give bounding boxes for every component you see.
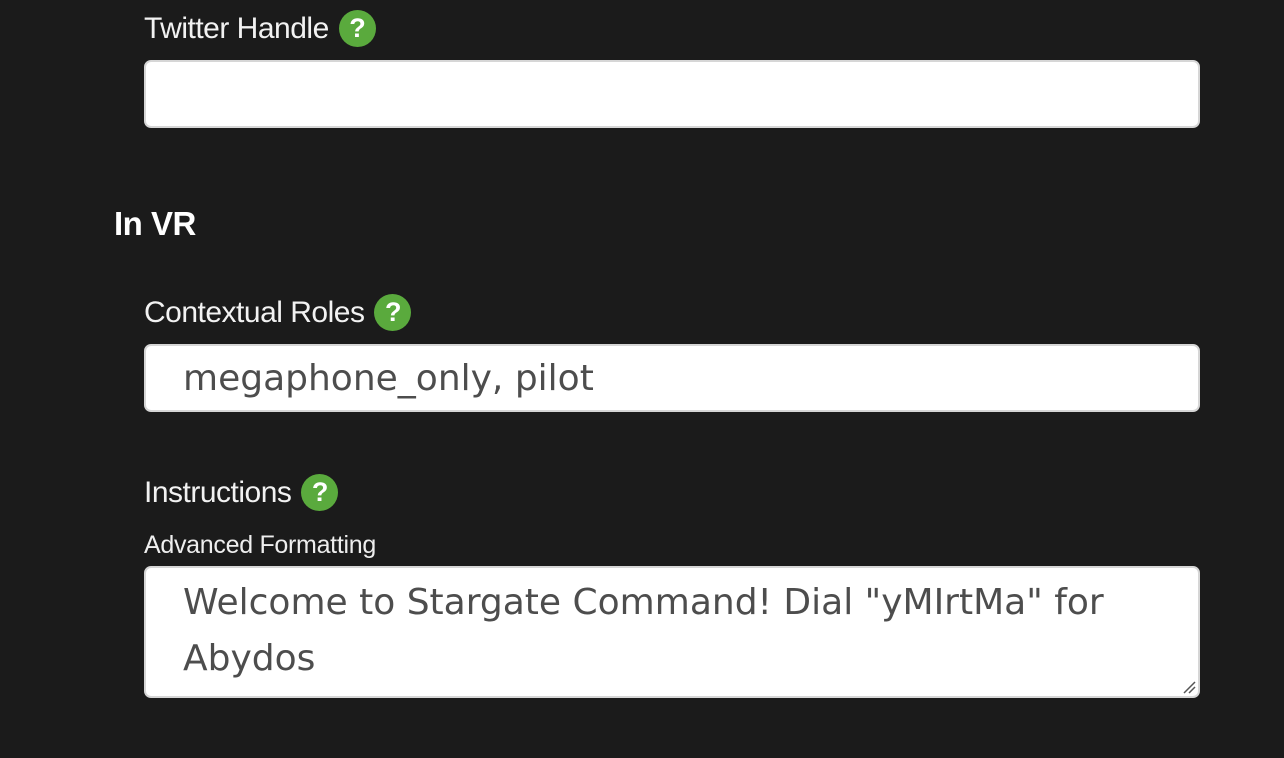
instructions-textarea[interactable]: Welcome to Stargate Command! Dial "yMIrt… (144, 566, 1200, 698)
contextual-roles-label-row: Contextual Roles ? (144, 294, 412, 331)
instructions-label-row: Instructions ? (144, 474, 339, 511)
twitter-handle-label-row: Twitter Handle ? (144, 10, 376, 47)
section-heading-in-vr: In VR (114, 205, 196, 242)
profile-form: Twitter Handle ? In VR Contextual Roles … (0, 0, 1284, 758)
question-mark-icon[interactable]: ? (301, 474, 339, 511)
resize-grip-icon[interactable] (1180, 678, 1196, 694)
question-mark-icon[interactable]: ? (338, 10, 376, 47)
contextual-roles-input[interactable] (144, 344, 1200, 412)
instructions-label: Instructions (144, 475, 292, 509)
twitter-handle-label: Twitter Handle (144, 11, 329, 45)
twitter-handle-input[interactable] (144, 60, 1200, 128)
contextual-roles-label: Contextual Roles (144, 295, 365, 329)
question-mark-icon[interactable]: ? (374, 294, 412, 331)
advanced-formatting-label: Advanced Formatting (144, 531, 376, 559)
